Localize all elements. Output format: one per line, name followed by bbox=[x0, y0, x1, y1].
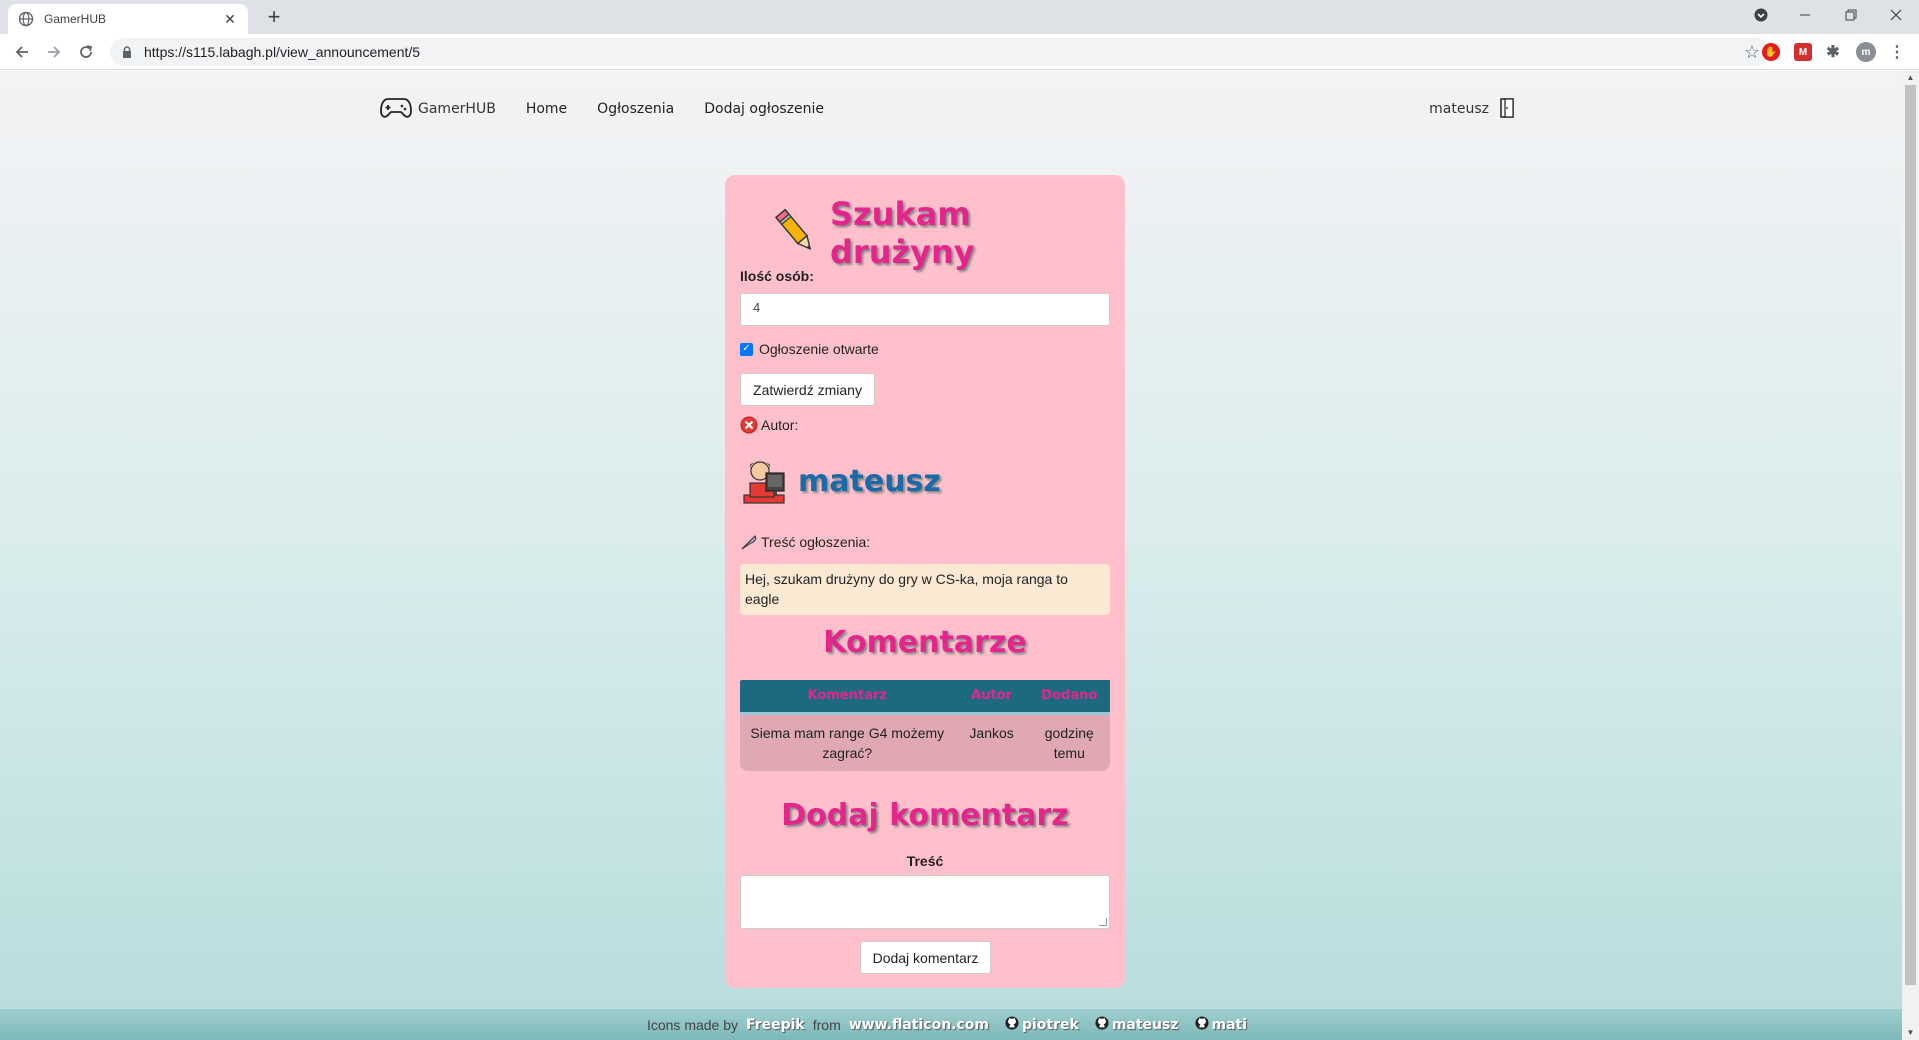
column-header-author: Autor bbox=[954, 680, 1029, 715]
comment-added: godzinę temu bbox=[1028, 713, 1110, 771]
github-icon bbox=[1095, 1016, 1109, 1033]
url-text: https://s115.labagh.pl/view_announcement… bbox=[144, 44, 421, 60]
open-announcement-checkbox[interactable]: ✓ bbox=[740, 342, 753, 356]
column-header-comment: Komentarz bbox=[740, 680, 955, 715]
people-count-input[interactable]: 4 bbox=[740, 293, 1110, 326]
reload-icon[interactable] bbox=[72, 38, 100, 66]
column-header-added: Dodano bbox=[1028, 680, 1110, 715]
tab-title: GamerHUB bbox=[44, 12, 107, 26]
gamepad-icon bbox=[380, 97, 412, 122]
table-row: Siema mam range G4 możemy zagrać? Jankos… bbox=[740, 713, 1110, 771]
open-announcement-row: ✓ Ogłoszenie otwarte bbox=[740, 341, 879, 357]
comments-table-header: Komentarz Autor Dodano bbox=[740, 680, 1110, 715]
comment-author: Jankos bbox=[954, 713, 1029, 771]
adblock-extension-icon[interactable]: ✋ bbox=[1762, 43, 1780, 61]
nav-link-announcements[interactable]: Ogłoszenia bbox=[597, 101, 674, 117]
people-count-label: Ilość osób: bbox=[740, 268, 814, 284]
comments-heading: Komentarze bbox=[823, 625, 1027, 660]
author-info: mateusz bbox=[740, 455, 941, 508]
resize-handle-icon[interactable] bbox=[1099, 918, 1107, 926]
new-tab-button[interactable]: + bbox=[262, 6, 286, 30]
delete-x-icon[interactable] bbox=[740, 416, 758, 434]
close-tab-icon[interactable]: ✕ bbox=[222, 11, 238, 28]
add-comment-button[interactable]: Dodaj komentarz bbox=[860, 941, 991, 974]
author-label-row: Autor: bbox=[740, 416, 798, 434]
scrollbar-thumb[interactable] bbox=[1905, 85, 1916, 985]
add-comment-heading: Dodaj komentarz bbox=[781, 798, 1069, 833]
gamer-avatar-icon bbox=[740, 455, 788, 508]
browser-toolbar: https://s115.labagh.pl/view_announcement… bbox=[0, 34, 1919, 70]
nav-link-home[interactable]: Home bbox=[526, 101, 567, 117]
scroll-down-arrow-icon[interactable]: ▼ bbox=[1902, 1026, 1919, 1040]
minimize-icon[interactable] bbox=[1782, 0, 1828, 30]
nav-link-add-announcement[interactable]: Dodaj ogłoszenie bbox=[704, 101, 824, 117]
freepik-link[interactable]: Freepik bbox=[746, 1017, 805, 1033]
announcement-content: Hej, szukam drużyny do gry w CS-ka, moja… bbox=[740, 564, 1110, 615]
profile-avatar[interactable]: m bbox=[1856, 42, 1876, 62]
kebab-menu-icon[interactable]: ⋮ bbox=[1888, 43, 1906, 61]
page-scrollbar[interactable]: ▲ ▼ bbox=[1902, 71, 1919, 1040]
content-label: Treść ogłoszenia: bbox=[761, 534, 871, 550]
page-content: GamerHUB Home Ogłoszenia Dodaj ogłoszeni… bbox=[0, 71, 1902, 1040]
back-arrow-icon[interactable] bbox=[8, 38, 36, 66]
brand-link[interactable]: GamerHUB bbox=[380, 97, 496, 122]
github-author-name: piotrek bbox=[1021, 1016, 1079, 1033]
puzzle-extensions-icon[interactable]: ✱ bbox=[1824, 43, 1842, 61]
feather-pen-icon bbox=[740, 533, 758, 551]
flaticon-link[interactable]: www.flaticon.com bbox=[849, 1017, 989, 1033]
announcement-title: Szukam drużyny bbox=[830, 195, 975, 271]
save-changes-button[interactable]: Zatwierdź zmiany bbox=[740, 373, 875, 406]
github-link-mati[interactable]: mati bbox=[1194, 1016, 1248, 1033]
comments-table: Komentarz Autor Dodano Siema mam range G… bbox=[740, 680, 1110, 771]
globe-icon bbox=[18, 11, 34, 27]
address-bar[interactable]: https://s115.labagh.pl/view_announcement… bbox=[110, 38, 1770, 66]
github-icon bbox=[1005, 1016, 1019, 1033]
from-text: from bbox=[812, 1016, 841, 1033]
author-name[interactable]: mateusz bbox=[798, 464, 941, 499]
browser-tab[interactable]: GamerHUB ✕ bbox=[8, 4, 248, 34]
restore-icon[interactable] bbox=[1828, 0, 1874, 30]
close-window-icon[interactable] bbox=[1873, 0, 1919, 30]
logout-door-icon[interactable] bbox=[1499, 97, 1515, 121]
forward-arrow-icon[interactable] bbox=[40, 38, 68, 66]
scroll-up-arrow-icon[interactable]: ▲ bbox=[1902, 71, 1919, 85]
github-link-piotrek[interactable]: piotrek bbox=[1005, 1016, 1079, 1033]
tab-search-icon[interactable] bbox=[1738, 0, 1784, 30]
mail-extension-icon[interactable]: M bbox=[1794, 43, 1812, 61]
nav-username[interactable]: mateusz bbox=[1429, 101, 1489, 117]
comment-text: Siema mam range G4 możemy zagrać? bbox=[740, 713, 955, 771]
comment-content-label: Treść bbox=[906, 853, 944, 869]
announcement-card: Szukam drużyny Ilość osób: 4 ✓ Ogłoszeni… bbox=[725, 175, 1125, 988]
site-navbar: GamerHUB Home Ogłoszenia Dodaj ogłoszeni… bbox=[380, 93, 1515, 125]
lock-icon bbox=[122, 46, 134, 58]
github-author-name: mati bbox=[1211, 1016, 1248, 1033]
user-menu: mateusz bbox=[1429, 97, 1515, 121]
pencil-icon bbox=[770, 206, 822, 261]
browser-tabstrip: GamerHUB ✕ + bbox=[0, 0, 1919, 34]
open-announcement-label: Ogłoszenie otwarte bbox=[759, 341, 879, 357]
brand-name: GamerHUB bbox=[418, 101, 496, 117]
github-author-name: mateusz bbox=[1111, 1016, 1179, 1033]
author-label: Autor: bbox=[761, 417, 799, 433]
comment-textarea[interactable] bbox=[740, 875, 1110, 929]
icons-made-by-text: Icons made by bbox=[646, 1016, 739, 1033]
announcement-header: Szukam drużyny bbox=[770, 195, 1125, 271]
bookmark-star-icon[interactable]: ☆ bbox=[1744, 42, 1760, 63]
page-footer: Icons made by Freepik from www.flaticon.… bbox=[0, 1009, 1902, 1040]
github-icon bbox=[1194, 1016, 1209, 1033]
content-label-row: Treść ogłoszenia: bbox=[740, 533, 870, 551]
github-link-mateusz[interactable]: mateusz bbox=[1095, 1016, 1179, 1033]
